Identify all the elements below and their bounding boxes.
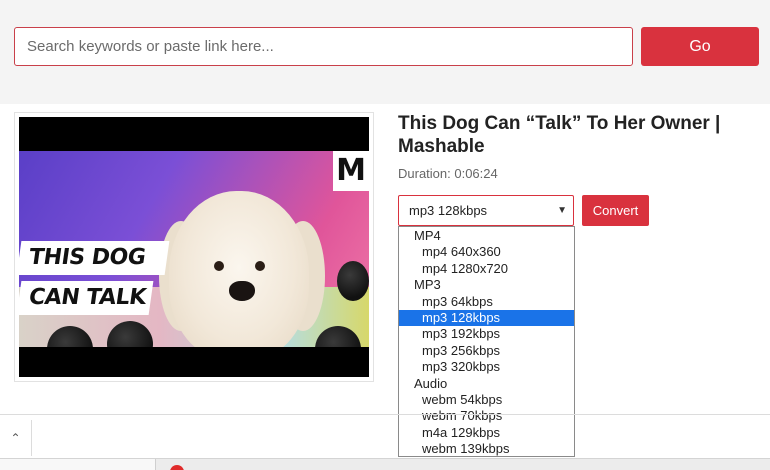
chevron-up-icon: ⌃ (10, 431, 21, 445)
thumbnail-scene: THIS DOG CAN TALK M (19, 151, 369, 347)
dropdown-group-mp3: MP3 (414, 277, 441, 293)
dropdown-option[interactable]: mp3 256kbps (399, 343, 574, 359)
dropdown-option[interactable]: mp3 64kbps (399, 294, 574, 310)
go-button[interactable]: Go (641, 27, 759, 66)
taskbar-segment (0, 459, 156, 470)
dog-eye-right (255, 261, 265, 271)
thumbnail-banner-line2: CAN TALK (19, 281, 154, 315)
format-dropdown-list[interactable]: MP4 mp4 640x360 mp4 1280x720 MP3 mp3 64k… (398, 226, 575, 457)
video-duration: Duration: 0:06:24 (398, 166, 498, 181)
search-input[interactable] (14, 27, 633, 66)
talk-button-toy (337, 261, 369, 301)
dropdown-option[interactable]: mp4 640x360 (399, 244, 574, 260)
thumbnail-banner-line1: THIS DOG (19, 241, 170, 275)
dropdown-option[interactable]: webm 139kbps (399, 441, 574, 457)
video-thumbnail-frame: THIS DOG CAN TALK M (14, 112, 374, 382)
format-select[interactable]: mp3 128kbps ▼ (398, 195, 574, 226)
dropdown-option[interactable]: mp3 192kbps (399, 326, 574, 342)
dropdown-option[interactable]: mp3 320kbps (399, 359, 574, 375)
video-thumbnail: THIS DOG CAN TALK M (19, 117, 369, 377)
dropdown-option-selected[interactable]: mp3 128kbps (399, 309, 574, 327)
browser-icon[interactable] (170, 465, 184, 470)
dog-eye-left (214, 261, 224, 271)
format-select-value: mp3 128kbps (409, 203, 488, 218)
chevron-down-icon: ▼ (557, 205, 567, 216)
dog-nose (229, 281, 255, 301)
collapse-button[interactable]: ⌃ (0, 420, 32, 456)
page-divider (0, 414, 770, 415)
dog-head (169, 191, 309, 347)
dropdown-group-mp4: MP4 (414, 228, 441, 243)
mashable-logo: M (333, 151, 369, 191)
convert-button[interactable]: Convert (582, 195, 649, 226)
dropdown-option[interactable]: webm 54kbps (399, 392, 574, 408)
taskbar (0, 458, 770, 470)
video-title: This Dog Can “Talk” To Her Owner | Masha… (398, 113, 721, 157)
dropdown-option[interactable]: mp4 1280x720 (399, 261, 574, 277)
dropdown-option[interactable]: m4a 129kbps (399, 425, 574, 441)
dropdown-option[interactable]: webm 70kbps (399, 408, 574, 424)
dropdown-group-audio: Audio (414, 375, 448, 391)
